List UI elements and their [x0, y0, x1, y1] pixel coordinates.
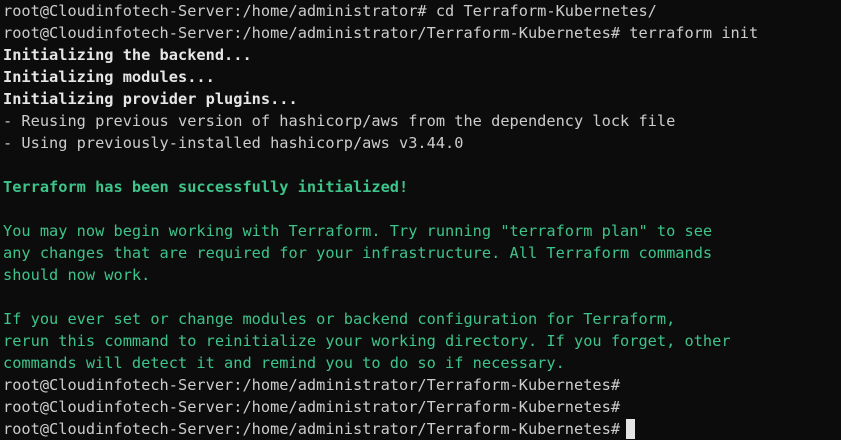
terminal-line-info-2: any changes that are required for your i…	[3, 244, 713, 262]
terminal-line-info-1: You may now begin working with Terraform…	[3, 222, 713, 240]
text-cursor	[626, 419, 636, 439]
terminal-line-cd-command: root@Cloudinfotech-Server:/home/administ…	[3, 2, 657, 20]
terminal-line-init-modules: Initializing modules...	[3, 68, 215, 86]
terminal-line-init-provider-plugins: Initializing provider plugins...	[3, 90, 298, 108]
terminal-line-info-6: commands will detect it and remind you t…	[3, 354, 565, 372]
terminal-line-reusing-provider: - Reusing previous version of hashicorp/…	[3, 112, 676, 130]
terminal-prompt-text: root@Cloudinfotech-Server:/home/administ…	[3, 420, 621, 438]
terminal-line-prompt-1: root@Cloudinfotech-Server:/home/administ…	[3, 376, 621, 394]
terminal-line-success-message: Terraform has been successfully initiali…	[3, 178, 409, 196]
terminal-line-info-4: If you ever set or change modules or bac…	[3, 310, 676, 328]
terminal-line-init-backend: Initializing the backend...	[3, 46, 252, 64]
terminal-line-info-3: should now work.	[3, 266, 151, 284]
terminal-line-using-provider: - Using previously-installed hashicorp/a…	[3, 134, 464, 152]
terminal-line-active-prompt[interactable]: root@Cloudinfotech-Server:/home/administ…	[3, 418, 841, 440]
terminal-line-prompt-2: root@Cloudinfotech-Server:/home/administ…	[3, 398, 621, 416]
terminal-window[interactable]: root@Cloudinfotech-Server:/home/administ…	[0, 0, 841, 440]
terminal-line-terraform-init-command: root@Cloudinfotech-Server:/home/administ…	[3, 24, 759, 42]
terminal-line-info-5: rerun this command to reinitialize your …	[3, 332, 731, 350]
